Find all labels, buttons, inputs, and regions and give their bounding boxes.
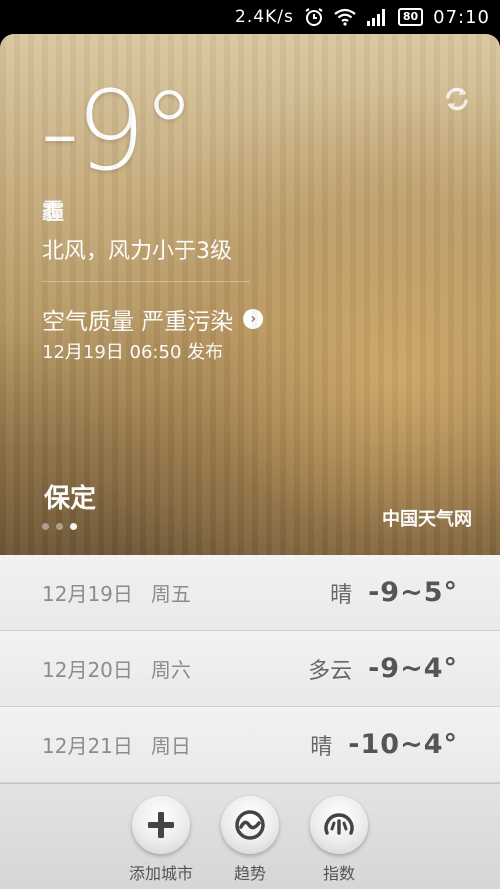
add-city-button[interactable]: 添加城市 (116, 796, 206, 884)
forecast-row[interactable]: 12月20日 周六 多云 -9~4° (0, 631, 500, 707)
weather-card[interactable]: -9° 霾 北风，风力小于3级 空气质量 严重污染 › 12月19日 06:50… (0, 34, 500, 555)
forecast-condition: 晴 (310, 734, 333, 760)
add-city-label: 添加城市 (128, 864, 193, 883)
current-temperature: -9° (40, 67, 197, 195)
current-condition: 霾 (42, 200, 65, 225)
index-label: 指数 (322, 864, 355, 883)
wind-info: 北风，风力小于3级 (42, 239, 232, 264)
battery-icon: 80 (397, 8, 424, 26)
forecast-weekday: 周五 (150, 582, 191, 606)
forecast-condition: 晴 (330, 582, 353, 608)
page-dot (56, 523, 63, 530)
forecast-range: -9~5° (368, 577, 458, 608)
add-icon (132, 796, 190, 854)
forecast-date: 12月19日 (42, 582, 133, 606)
signal-icon (366, 8, 388, 26)
status-bar: 2.4K/s 80 07:10 (0, 0, 500, 34)
trend-label: 趋势 (233, 864, 266, 883)
air-quality-link[interactable]: 空气质量 严重污染 › (42, 302, 264, 336)
bottom-toolbar: 添加城市 趋势 指数 (0, 783, 500, 889)
forecast-date: 12月21日 (42, 734, 133, 758)
refresh-icon[interactable] (440, 82, 474, 116)
city-name: 保定 (44, 484, 97, 514)
forecast-range: -10~4° (348, 729, 458, 760)
forecast-condition: 多云 (308, 658, 353, 684)
alarm-icon (304, 7, 324, 27)
forecast-range: -9~4° (368, 653, 458, 684)
index-button[interactable]: 指数 (294, 796, 384, 884)
wifi-icon (334, 8, 356, 26)
page-indicator (42, 523, 77, 530)
forecast-weekday: 周日 (150, 734, 191, 758)
data-source: 中国天气网 (382, 509, 472, 530)
forecast-list: 12月19日 周五 晴 -9~5° 12月20日 周六 多云 -9~4° 12月… (0, 555, 500, 783)
forecast-row[interactable]: 12月19日 周五 晴 -9~5° (0, 555, 500, 631)
status-time: 07:10 (433, 6, 490, 28)
forecast-weekday: 周六 (150, 658, 191, 682)
divider (42, 281, 250, 282)
net-speed: 2.4K/s (235, 7, 294, 27)
page-dot (42, 523, 49, 530)
gauge-icon (310, 796, 368, 854)
trend-icon (221, 796, 279, 854)
publish-time: 12月19日 06:50 发布 (42, 342, 224, 363)
page-dot-active (70, 523, 77, 530)
trend-button[interactable]: 趋势 (205, 796, 295, 884)
air-quality-text: 空气质量 严重污染 (42, 309, 234, 335)
chevron-right-icon: › (243, 309, 264, 329)
forecast-date: 12月20日 (42, 658, 133, 682)
forecast-row[interactable]: 12月21日 周日 晴 -10~4° (0, 707, 500, 783)
